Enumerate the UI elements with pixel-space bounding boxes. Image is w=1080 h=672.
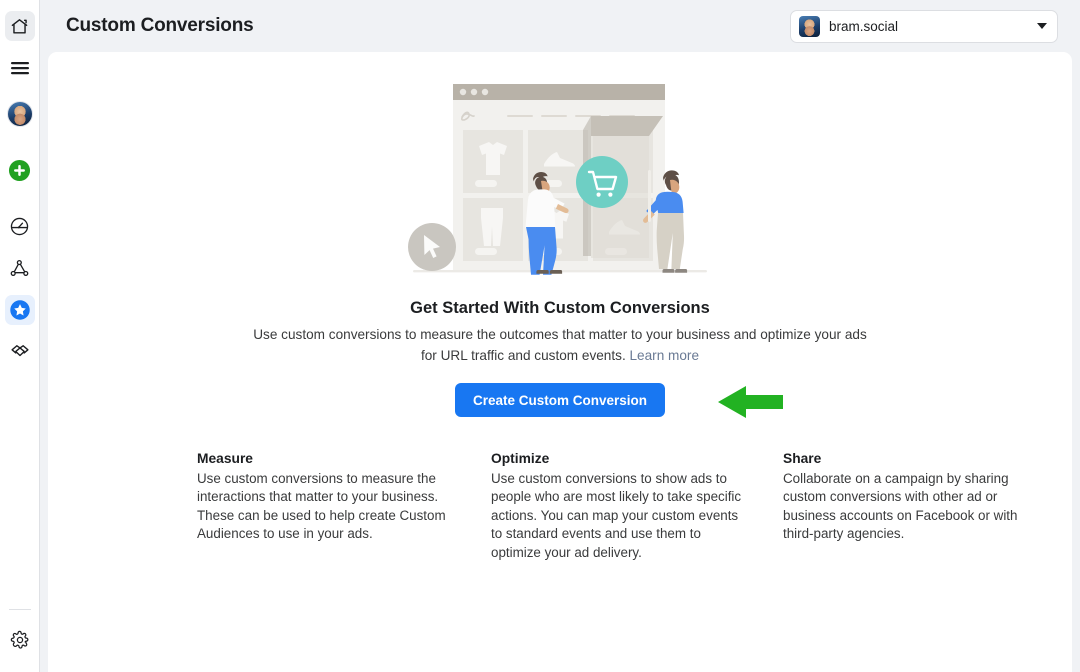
sidebar-divider — [8, 609, 31, 610]
network-nodes-icon — [5, 253, 35, 283]
gauge-icon — [5, 211, 35, 241]
feature-column-optimize: Optimize Use custom conversions to show … — [491, 451, 749, 562]
feature-column-measure: Measure Use custom conversions to measur… — [197, 451, 455, 562]
chevron-down-icon — [1037, 23, 1047, 29]
plus-circle-icon — [5, 155, 35, 185]
create-custom-conversion-button[interactable]: Create Custom Conversion — [454, 383, 666, 417]
app-root: Custom Conversions bram.social Get Start… — [0, 0, 1080, 672]
sidebar-item-settings[interactable] — [0, 620, 40, 660]
feature-body: Collaborate on a campaign by sharing cus… — [783, 471, 1018, 542]
main-area: Custom Conversions bram.social Get Start… — [40, 0, 1080, 672]
content-card: Get Started With Custom Conversions Use … — [48, 52, 1072, 672]
account-name: bram.social — [829, 18, 899, 34]
empty-state-hero: Get Started With Custom Conversions Use … — [245, 299, 875, 366]
sidebar-item-performance[interactable] — [0, 206, 40, 246]
feature-body: Use custom conversions to measure the in… — [197, 471, 446, 542]
green-arrow-annotation-icon — [716, 385, 784, 424]
top-bar: Custom Conversions bram.social — [40, 0, 1080, 52]
home-icon — [4, 11, 35, 41]
sidebar-item-custom-conversions[interactable] — [0, 290, 40, 330]
cta-row: Create Custom Conversion — [48, 383, 1072, 418]
learn-more-link[interactable]: Learn more — [630, 348, 700, 363]
hamburger-menu-icon — [5, 53, 35, 83]
sidebar-item-partnerships[interactable] — [0, 332, 40, 372]
feature-title: Share — [783, 451, 822, 466]
sidebar-item-audiences[interactable] — [0, 248, 40, 288]
avatar — [6, 101, 33, 127]
feature-column-share: Share Collaborate on a campaign by shari… — [783, 451, 1041, 562]
feature-body: Use custom conversions to show ads to pe… — [491, 471, 742, 560]
left-sidebar — [0, 0, 40, 672]
empty-state-illustration — [405, 80, 715, 285]
account-selector[interactable]: bram.social — [790, 9, 1058, 43]
sidebar-item-home[interactable] — [0, 6, 40, 46]
feature-title: Measure — [197, 451, 253, 466]
account-avatar — [799, 15, 820, 37]
hero-description: Use custom conversions to measure the ou… — [245, 324, 875, 366]
sidebar-item-profile[interactable] — [0, 94, 40, 134]
sidebar-item-menu[interactable] — [0, 48, 40, 88]
hero-description-text: Use custom conversions to measure the ou… — [253, 327, 867, 363]
feature-title: Optimize — [491, 451, 550, 466]
sidebar-item-create[interactable] — [0, 150, 40, 190]
gear-icon — [5, 625, 35, 655]
page-title: Custom Conversions — [66, 15, 254, 36]
handshake-icon — [5, 337, 35, 367]
star-circle-icon — [4, 295, 35, 325]
feature-columns: Measure Use custom conversions to measur… — [48, 451, 1072, 562]
hero-title: Get Started With Custom Conversions — [410, 299, 710, 317]
